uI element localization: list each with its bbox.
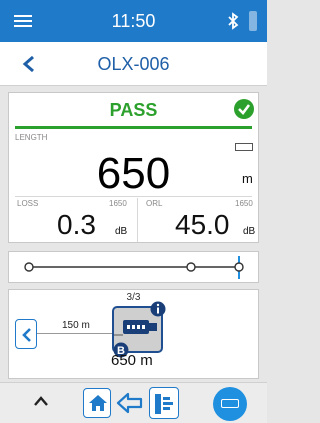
link-overview[interactable]: [8, 251, 259, 283]
loss-unit: dB: [115, 226, 128, 237]
trace-icon: [155, 394, 173, 414]
divider: [137, 198, 138, 242]
orl-wavelength: 1650: [235, 199, 253, 208]
transceiver-button[interactable]: [213, 387, 247, 421]
status-bar: 11:50: [0, 0, 267, 42]
loss-label: LOSS: [17, 199, 39, 208]
span-length: 150 m: [62, 320, 90, 331]
loss-wavelength: 1650: [109, 199, 127, 208]
title-bar: OLX-006: [0, 42, 267, 86]
pass-status: PASS: [109, 100, 158, 120]
arrow-left-icon[interactable]: [116, 391, 144, 415]
chevron-up-icon[interactable]: [32, 394, 50, 408]
page-title: OLX-006: [97, 54, 170, 74]
length-label: LENGTH: [15, 133, 48, 142]
event-counter: 3/3: [126, 292, 141, 303]
event-card: 3/3 150 m B 650 m: [8, 289, 259, 379]
length-value: 650: [96, 149, 171, 198]
check-circle-icon: [234, 99, 254, 119]
link-event-marker: [186, 262, 196, 272]
home-button[interactable]: [83, 388, 111, 418]
bluetooth-icon: [228, 12, 239, 30]
link-map: [24, 256, 244, 279]
result-card: PASS LENGTH 650 m LOSS 1650 ORL 1650 0.3…: [8, 92, 259, 243]
divider: [15, 196, 252, 197]
orl-unit: dB: [243, 226, 256, 237]
bottom-toolbar: [0, 382, 267, 423]
fiber-line: [37, 333, 121, 334]
length-unit: m: [242, 171, 253, 186]
loss-value: 0.3: [57, 209, 96, 240]
link-start-marker: [24, 262, 34, 272]
home-icon: [89, 395, 107, 411]
pass-underline: [15, 126, 252, 129]
trace-button[interactable]: [149, 387, 179, 419]
info-icon[interactable]: [150, 301, 166, 317]
orl-label: ORL: [146, 199, 163, 208]
event-position: 650 m: [111, 352, 153, 369]
chevron-left-icon: [22, 328, 31, 342]
prev-event-button[interactable]: [15, 319, 37, 349]
battery-icon: [249, 11, 257, 31]
transceiver-icon: [221, 399, 239, 408]
link-end-marker: [234, 262, 244, 272]
orl-value: 45.0: [175, 209, 230, 240]
